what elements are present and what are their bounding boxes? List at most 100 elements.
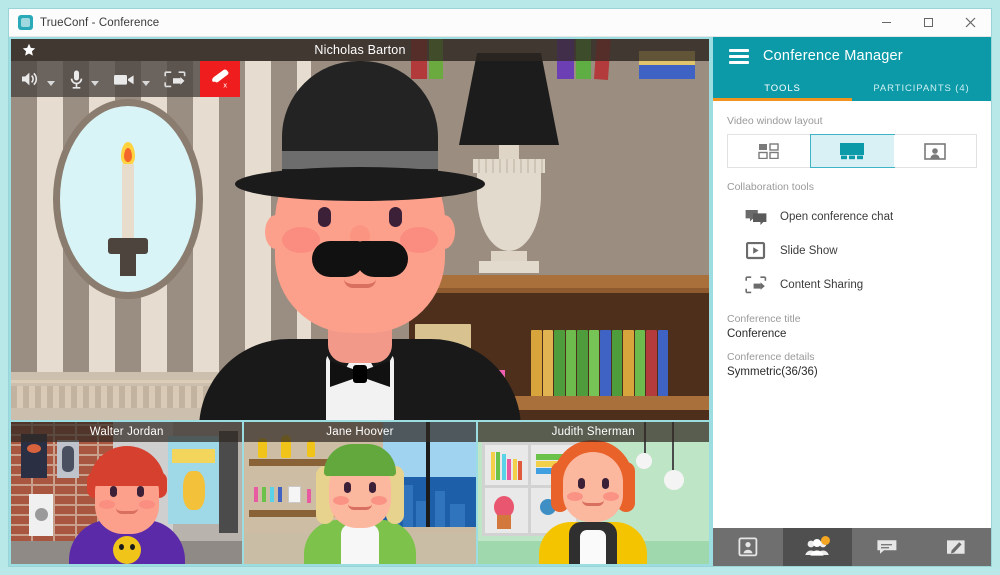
participant-thumbnails: Walter Jordan Jane Hoover Judith Sherman [9,420,711,566]
fridge-poster [168,436,220,525]
slide-show-item[interactable]: Slide Show [727,234,977,268]
thumbnail-jane-hoover[interactable]: Jane Hoover [244,422,476,564]
poster-art [35,508,48,521]
screen-share-icon [164,70,186,87]
panel-header-row: Conference Manager [713,37,991,75]
video-area: Nicholas Barton x Walter Jordan Jane Hoo… [9,37,711,566]
book [577,330,588,398]
poster-art [27,444,41,453]
speaker-dropdown-caret[interactable] [47,81,55,86]
microphone-icon [70,70,83,89]
minimize-button[interactable] [865,9,907,37]
window-title: TrueConf - Conference [40,16,160,29]
eye-right [136,486,144,497]
trueconf-logo-icon [18,15,33,30]
book [612,330,622,398]
poster-band [172,448,216,463]
compose-button[interactable] [922,528,992,566]
title-bar: TrueConf - Conference [9,9,991,37]
main-participant-name: Nicholas Barton [11,39,709,61]
shirt [580,530,607,564]
layout-grid-icon [758,143,779,159]
layout-single-icon [924,142,946,160]
notification-badge [820,536,830,545]
layout-grid-button[interactable] [728,135,812,167]
chat-button[interactable] [852,528,922,566]
mustache [312,241,408,277]
hamburger-menu-icon[interactable] [729,48,749,64]
tool-label: Open conference chat [780,211,894,223]
book [277,487,282,503]
content-sharing-icon [745,274,767,296]
contacts-icon [738,537,758,557]
book [658,330,668,398]
tool-label: Slide Show [780,245,838,257]
oval-mirror [53,99,203,299]
application-window: TrueConf - Conference Nicholas Barton x … [8,8,992,567]
eye-right [389,207,402,227]
tab-tools[interactable]: TOOLS [713,75,852,101]
slideshow-icon [745,240,767,262]
head [563,452,624,522]
panel-tabs: TOOLS PARTICIPANTS (4) [713,75,991,101]
candle-flame-icon [121,142,135,166]
thumbnail-name: Walter Jordan [11,422,243,442]
thumbnail-judith-sherman[interactable]: Judith Sherman [477,422,709,564]
book [490,451,495,480]
open-conference-chat-item[interactable]: Open conference chat [727,200,977,234]
eye-left [343,482,351,493]
book [566,330,576,398]
chat-icon [745,206,767,228]
book [501,453,506,480]
inner-shirt [340,524,379,564]
eye-right [368,482,376,493]
panel-header: Conference Manager TOOLS PARTICIPANTS (4… [713,37,991,101]
eye-right [602,478,610,489]
mirror-glass [60,106,196,292]
conference-title-label: Conference title [727,313,801,325]
mouth [115,508,138,514]
groups-button[interactable] [782,528,852,566]
layout-single-button[interactable] [893,135,976,167]
contacts-button[interactable] [713,528,783,566]
close-button[interactable] [949,9,991,37]
speaker-button[interactable] [11,61,60,97]
svg-text:x: x [223,81,227,89]
microphone-dropdown-caret[interactable] [91,81,99,86]
eye-left [109,486,117,497]
thumbnail-walter-jordan[interactable]: Walter Jordan [11,422,243,564]
book [623,330,634,398]
book [269,487,274,503]
conference-details-block: Conference details Symmetric(36/36) [727,351,977,378]
compose-icon [947,540,965,554]
tab-participants[interactable]: PARTICIPANTS (4) [852,75,991,101]
camera-button[interactable] [104,61,155,97]
layout-podium-button[interactable] [810,134,895,168]
picture-frame [288,485,302,503]
main-video-tile[interactable]: Nicholas Barton x [9,37,711,420]
book [589,330,599,398]
hangup-button[interactable]: x [200,61,240,97]
mouth [582,500,605,506]
eye-left [578,478,586,489]
screen-share-button[interactable] [155,61,200,97]
camera-icon [114,74,134,85]
favorite-star-icon[interactable] [11,39,47,61]
maximize-button[interactable] [907,9,949,37]
book [253,487,258,503]
book [635,330,645,398]
trophy [306,440,315,458]
mouth [347,504,372,510]
conference-title-block: Conference title Conference [727,313,977,340]
microphone-button[interactable] [60,61,104,97]
poster-character [182,471,205,511]
candle [122,164,134,248]
mouth [344,279,376,288]
thumbnail-name: Jane Hoover [244,422,476,442]
camera-dropdown-caret[interactable] [142,81,150,86]
layout-podium-icon [840,143,865,160]
content-sharing-item[interactable]: Content Sharing [727,268,977,302]
eye-left [318,207,331,227]
bowler-hat-brim [235,167,485,201]
book [518,460,523,480]
